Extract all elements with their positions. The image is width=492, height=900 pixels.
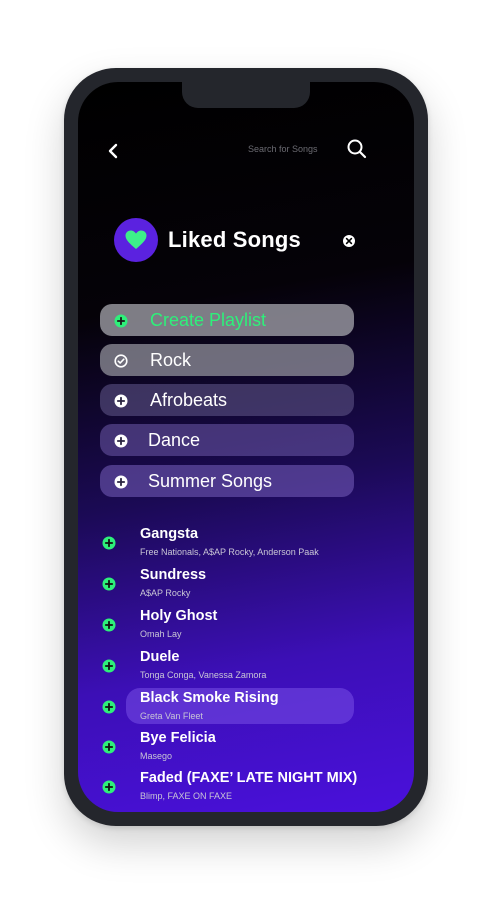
add-song-icon[interactable] xyxy=(102,739,116,754)
search-input[interactable]: Search for Songs xyxy=(248,144,318,154)
phone-frame: Search for Songs Liked Songs Create Play… xyxy=(64,68,428,826)
song-artist: Omah Lay xyxy=(140,629,182,639)
notch xyxy=(182,82,310,108)
song-artist: Free Nationals, A$AP Rocky, Anderson Paa… xyxy=(140,547,319,557)
song-title: Sundress xyxy=(140,567,207,583)
song-title: Gangsta xyxy=(140,526,199,542)
add-song-icon[interactable] xyxy=(102,535,116,550)
page-title: Liked Songs xyxy=(168,227,301,252)
song-title: Black Smoke Rising xyxy=(140,690,279,706)
song-row[interactable]: Gangsta Free Nationals, A$AP Rocky, Ande… xyxy=(98,526,398,562)
song-row[interactable]: Faded (FAXE’ LATE NIGHT MIX) Blimp, FAXE… xyxy=(98,770,398,806)
playlist-dance-button[interactable]: Dance xyxy=(100,424,354,456)
song-title: Duele xyxy=(140,649,180,665)
plus-circle-icon xyxy=(114,313,128,328)
playlist-summer-songs-button[interactable]: Summer Songs xyxy=(100,465,354,497)
add-song-icon[interactable] xyxy=(102,699,116,714)
heart-icon xyxy=(114,218,158,262)
song-artist: Masego xyxy=(140,751,173,761)
add-song-icon[interactable] xyxy=(102,658,116,673)
plus-circle-icon xyxy=(114,474,128,489)
song-row[interactable]: Bye Felicia Masego xyxy=(98,730,398,766)
create-playlist-button[interactable]: Create Playlist xyxy=(100,304,354,336)
back-icon[interactable] xyxy=(104,142,122,160)
plus-circle-icon xyxy=(114,393,128,408)
song-artist: Tonga Conga, Vanessa Zamora xyxy=(140,670,267,680)
song-title: Bye Felicia xyxy=(140,730,216,746)
song-row[interactable]: Holy Ghost Omah Lay xyxy=(98,608,398,644)
song-title: Faded (FAXE’ LATE NIGHT MIX) xyxy=(140,770,358,786)
playlist-label: Afrobeats xyxy=(150,390,228,410)
song-row[interactable]: Sundress A$AP Rocky xyxy=(98,567,398,603)
song-artist: Blimp, FAXE ON FAXE xyxy=(140,791,233,801)
screen: Search for Songs Liked Songs Create Play… xyxy=(78,82,414,812)
song-row[interactable]: Duele Tonga Conga, Vanessa Zamora xyxy=(98,649,398,685)
playlist-label: Dance xyxy=(148,430,201,450)
add-song-icon[interactable] xyxy=(102,576,116,591)
playlist-afrobeats-button[interactable]: Afrobeats xyxy=(100,384,354,416)
song-title: Holy Ghost xyxy=(140,608,218,624)
plus-circle-icon xyxy=(114,433,128,448)
close-icon[interactable] xyxy=(342,233,356,247)
check-circle-icon xyxy=(114,353,128,368)
song-artist: A$AP Rocky xyxy=(140,588,191,598)
song-artist: Greta Van Fleet xyxy=(140,711,203,721)
playlist-label: Rock xyxy=(150,350,192,370)
add-song-icon[interactable] xyxy=(102,779,116,794)
song-row[interactable]: Black Smoke Rising Greta Van Fleet xyxy=(98,690,398,726)
playlist-rock-button[interactable]: Rock xyxy=(100,344,354,376)
playlist-label: Summer Songs xyxy=(148,471,273,491)
liked-songs-header: Liked Songs xyxy=(114,218,301,262)
add-song-icon[interactable] xyxy=(102,617,116,632)
search-icon[interactable] xyxy=(346,138,368,160)
playlist-label: Create Playlist xyxy=(150,310,267,330)
